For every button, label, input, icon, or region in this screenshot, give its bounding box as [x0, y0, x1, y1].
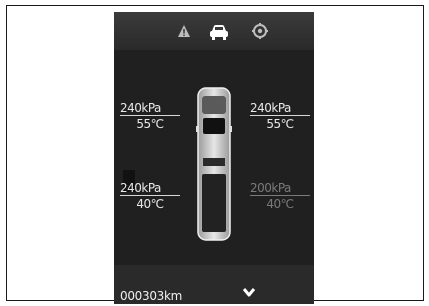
settings-icon[interactable]	[251, 22, 269, 40]
tire-temperature: 40℃	[136, 197, 164, 211]
car-icon[interactable]	[208, 23, 230, 41]
tire-rear-right: 200kPa 40℃	[250, 182, 310, 210]
odometer-readout: 000303km	[120, 289, 183, 303]
tire-front-left: 240kPa 55℃	[120, 102, 180, 130]
tire-pressure: 200kPa	[250, 182, 310, 196]
tire-temperature: 55℃	[136, 117, 164, 131]
warning-icon[interactable]	[177, 24, 191, 38]
tire-pressure: 240kPa	[120, 182, 180, 196]
top-tab-bar	[114, 12, 314, 51]
tire-rear-left: 240kPa 40℃	[120, 182, 180, 210]
tire-front-right: 240kPa 55℃	[250, 102, 310, 130]
status-bar: 000303km	[114, 265, 314, 304]
chevron-down-icon[interactable]	[242, 287, 256, 297]
tpms-display: 240kPa 55℃ 240kPa 55℃ 240kPa 40℃ 200kPa …	[114, 12, 314, 304]
vehicle-top-view	[196, 87, 232, 241]
tire-temperature: 55℃	[266, 117, 294, 131]
tire-pressure: 240kPa	[120, 102, 180, 116]
tire-pressure: 240kPa	[250, 102, 310, 116]
tire-temperature: 40℃	[266, 197, 294, 211]
